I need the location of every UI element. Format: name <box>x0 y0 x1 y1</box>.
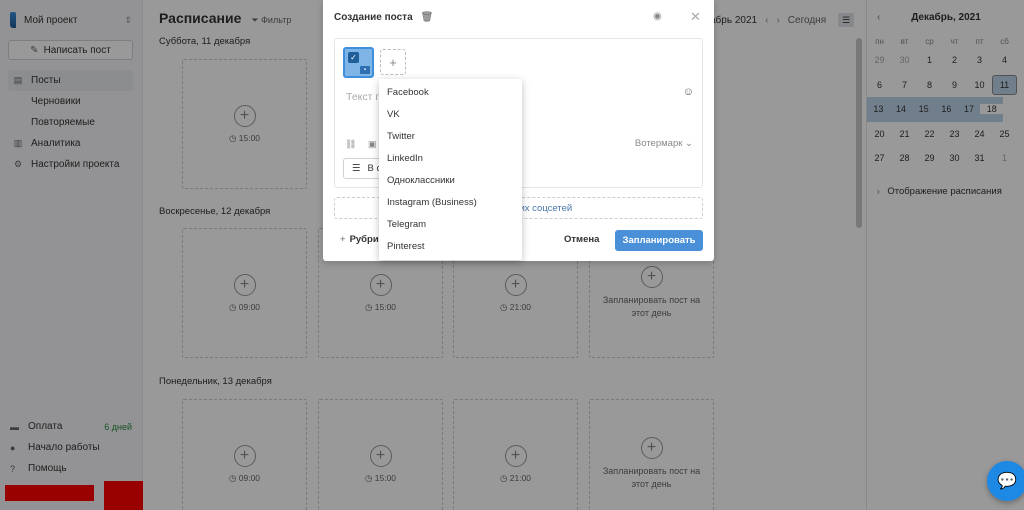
close-icon[interactable]: ✕ <box>690 9 701 25</box>
dropdown-item-pinterest[interactable]: Pinterest <box>379 236 522 258</box>
network-dropdown: Facebook VK Twitter LinkedIn Одноклассни… <box>379 79 522 260</box>
plus-icon: + <box>340 234 346 245</box>
camera-icon[interactable]: ▣ <box>368 139 377 150</box>
modal-header: Создание поста 🗑 <box>334 12 433 23</box>
rubric-button[interactable]: + Рубри <box>340 234 379 245</box>
link-icon[interactable]: ⛓ <box>345 139 356 150</box>
emoji-icon[interactable]: ☺ <box>683 86 694 98</box>
add-account-button[interactable]: + <box>380 49 406 75</box>
dropdown-item-instagram[interactable]: Instagram (Business) <box>379 191 522 213</box>
watermark-dropdown[interactable]: Вотермарк ⌄ <box>635 138 693 149</box>
watermark-label: Вотермарк <box>634 138 683 149</box>
dropdown-item-twitter[interactable]: Twitter <box>379 125 522 147</box>
rubric-label: Рубри <box>349 234 379 245</box>
post-text-input[interactable]: Текст п <box>346 91 381 103</box>
dropdown-item-telegram[interactable]: Telegram <box>379 214 522 236</box>
preview-eye-icon[interactable]: ◉ <box>653 11 662 22</box>
trash-icon[interactable]: 🗑 <box>421 12 434 23</box>
dropdown-item-vk[interactable]: VK <box>379 103 522 125</box>
account-avatar[interactable]: ✓ ▪ <box>343 47 374 78</box>
checkbox-checked-icon: ✓ <box>348 52 359 63</box>
chat-bubbles-icon: 💬 <box>997 473 1017 490</box>
menu-lines-icon: ☰ <box>352 163 361 174</box>
dropdown-item-facebook[interactable]: Facebook <box>379 81 522 103</box>
modal-title: Создание поста <box>334 12 413 23</box>
schedule-button[interactable]: Запланировать <box>615 230 703 251</box>
dropdown-item-linkedin[interactable]: LinkedIn <box>379 147 522 169</box>
network-badge-icon: ▪ <box>360 66 370 74</box>
chat-support-button[interactable]: 💬 <box>987 461 1024 501</box>
cancel-button[interactable]: Отмена <box>564 234 599 245</box>
dropdown-item-odnoklassniki[interactable]: Одноклассники <box>379 169 522 191</box>
